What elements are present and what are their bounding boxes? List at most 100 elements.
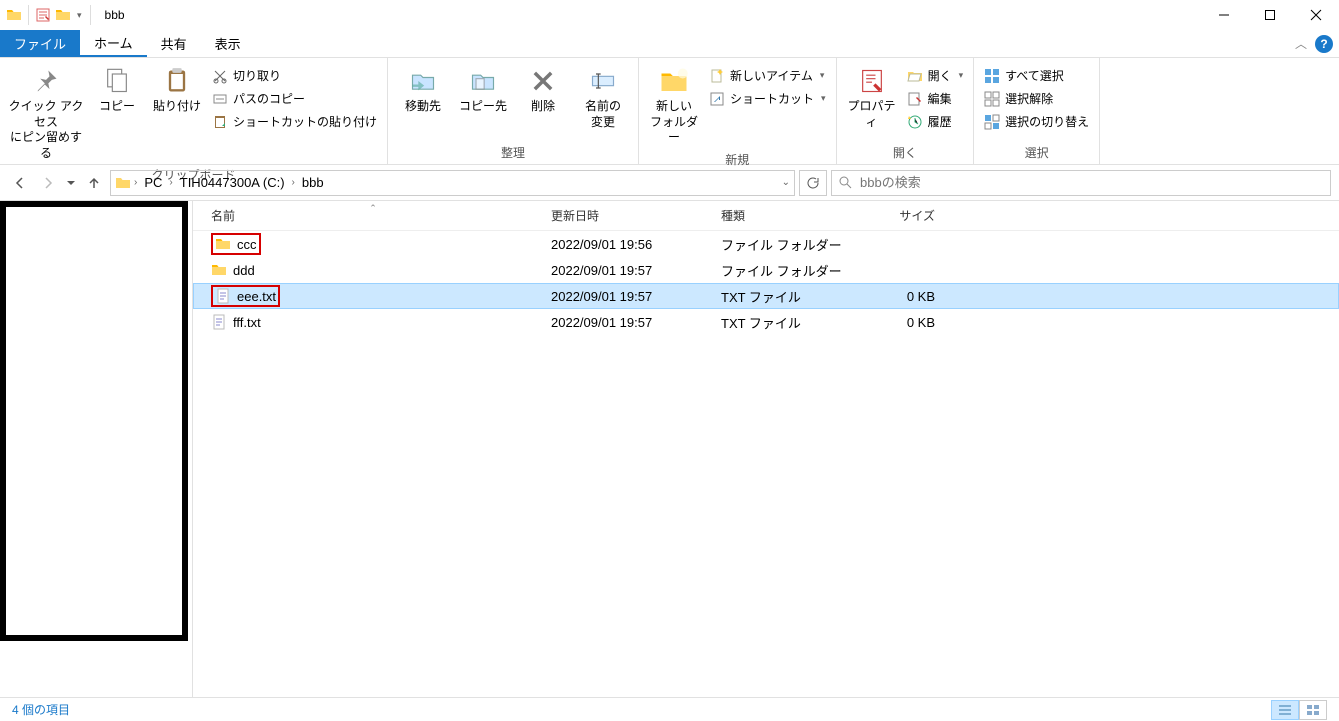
chevron-right-icon[interactable]: › [133,177,138,188]
ribbon-group-organize: 移動先 コピー先 削除 名前の 変更 整理 [388,58,639,164]
column-header-name[interactable]: 名前⌃ [203,207,543,224]
txt-icon [215,288,231,304]
item-name: ccc [237,237,257,252]
move-to-button[interactable]: 移動先 [394,64,452,117]
details-view-button[interactable] [1271,700,1299,720]
item-name: eee.txt [237,289,276,304]
delete-button[interactable]: 削除 [514,64,572,117]
refresh-button[interactable] [799,170,827,196]
new-item-button[interactable]: 新しいアイテム▾ [705,64,830,87]
copy-to-button[interactable]: コピー先 [454,64,512,117]
breadcrumb-pc[interactable]: PC [140,175,166,190]
tab-home[interactable]: ホーム [80,30,147,57]
item-date: 2022/09/01 19:57 [543,315,713,330]
paste-shortcut-icon [212,114,228,130]
table-row[interactable]: ccc2022/09/01 19:56ファイル フォルダー [193,231,1339,257]
pin-to-quick-access-button[interactable]: クイック アクセス にピン留めする [6,64,86,163]
table-row[interactable]: fff.txt2022/09/01 19:57TXT ファイル0 KB [193,309,1339,335]
table-row[interactable]: eee.txt2022/09/01 19:57TXT ファイル0 KB [193,283,1339,309]
group-label-new: 新規 [645,148,830,171]
history-button[interactable]: 履歴 [903,110,968,133]
file-list: 名前⌃ 更新日時 種類 サイズ ccc 2022/09/01 19:56ファイル … [193,201,1339,697]
ribbon-tabs: ファイル ホーム 共有 表示 ︿ ? [0,30,1339,58]
rename-icon [588,66,618,96]
properties-icon [857,66,887,96]
column-header-type[interactable]: 種類 [713,207,863,224]
tab-file[interactable]: ファイル [0,30,80,57]
qat-folder-icon[interactable] [55,7,71,23]
new-item-icon [709,68,725,84]
content-area: 名前⌃ 更新日時 種類 サイズ ccc 2022/09/01 19:56ファイル … [0,201,1339,697]
group-label-organize: 整理 [394,141,632,164]
column-header-date[interactable]: 更新日時 [543,207,713,224]
tab-share[interactable]: 共有 [147,30,201,57]
txt-icon [211,314,227,330]
back-button[interactable] [8,171,32,195]
breadcrumb-folder[interactable]: bbb [298,175,328,190]
copy-path-button[interactable]: パスのコピー [208,87,381,110]
ribbon-group-select: すべて選択 選択解除 選択の切り替え 選択 [974,58,1100,164]
history-icon [907,114,923,130]
group-label-select: 選択 [980,141,1093,164]
chevron-right-icon[interactable]: › [168,177,173,188]
edit-button[interactable]: 編集 [903,87,968,110]
item-type: ファイル フォルダー [713,261,863,280]
new-folder-button[interactable]: 新しい フォルダー [645,64,703,148]
status-bar: 4 個の項目 [0,697,1339,721]
select-none-button[interactable]: 選択解除 [980,87,1093,110]
search-icon [838,175,854,191]
group-label-open: 開く [843,141,968,164]
minimize-button[interactable] [1201,0,1247,30]
copy-path-icon [212,91,228,107]
maximize-button[interactable] [1247,0,1293,30]
qat-properties-icon[interactable] [35,7,51,23]
search-box[interactable] [831,170,1331,196]
search-input[interactable] [860,175,1324,190]
paste-button[interactable]: 貼り付け [148,64,206,117]
select-all-button[interactable]: すべて選択 [980,64,1093,87]
copy-to-icon [468,66,498,96]
item-name: ddd [233,263,255,278]
table-row[interactable]: ddd2022/09/01 19:57ファイル フォルダー [193,257,1339,283]
rename-button[interactable]: 名前の 変更 [574,64,632,132]
column-header-size[interactable]: サイズ [863,207,943,224]
pin-icon [31,66,61,96]
address-dropdown-icon[interactable]: ⌄ [782,177,790,188]
ribbon-group-clipboard: クイック アクセス にピン留めする コピー 貼り付け 切り取り パスのコピー シ… [0,58,388,164]
tab-view[interactable]: 表示 [201,30,255,57]
forward-button[interactable] [36,171,60,195]
collapse-ribbon-icon[interactable]: ︿ [1295,35,1307,52]
columns-header: 名前⌃ 更新日時 種類 サイズ [193,201,1339,231]
select-all-icon [984,68,1000,84]
help-icon[interactable]: ? [1315,35,1333,53]
item-size: 0 KB [863,289,943,304]
cut-button[interactable]: 切り取り [208,64,381,87]
item-type: TXT ファイル [713,313,863,332]
move-to-icon [408,66,438,96]
paste-shortcut-button[interactable]: ショートカットの貼り付け [208,110,381,133]
new-folder-icon [659,66,689,96]
close-button[interactable] [1293,0,1339,30]
breadcrumb-drive[interactable]: TIH0447300A (C:) [176,175,289,190]
copy-button[interactable]: コピー [88,64,146,117]
qat-dropdown-icon[interactable]: ▾ [75,10,84,21]
highlight-box: eee.txt [211,285,280,307]
address-bar[interactable]: › PC › TIH0447300A (C:) › bbb ⌄ [110,170,795,196]
invert-selection-button[interactable]: 選択の切り替え [980,110,1093,133]
navigation-bar: › PC › TIH0447300A (C:) › bbb ⌄ [0,165,1339,201]
shortcut-button[interactable]: ショートカット▾ [705,87,830,110]
item-date: 2022/09/01 19:56 [543,237,713,252]
folder-icon [215,236,231,252]
open-button[interactable]: 開く▾ [903,64,968,87]
up-button[interactable] [82,171,106,195]
copy-icon [102,66,132,96]
recent-locations-button[interactable] [64,171,78,195]
shortcut-icon [709,91,725,107]
large-icons-view-button[interactable] [1299,700,1327,720]
properties-button[interactable]: プロパティ [843,64,901,132]
invert-selection-icon [984,114,1000,130]
chevron-right-icon[interactable]: › [291,177,296,188]
delete-icon [528,66,558,96]
ribbon-body: クイック アクセス にピン留めする コピー 貼り付け 切り取り パスのコピー シ… [0,58,1339,165]
redacted-area [0,201,188,641]
